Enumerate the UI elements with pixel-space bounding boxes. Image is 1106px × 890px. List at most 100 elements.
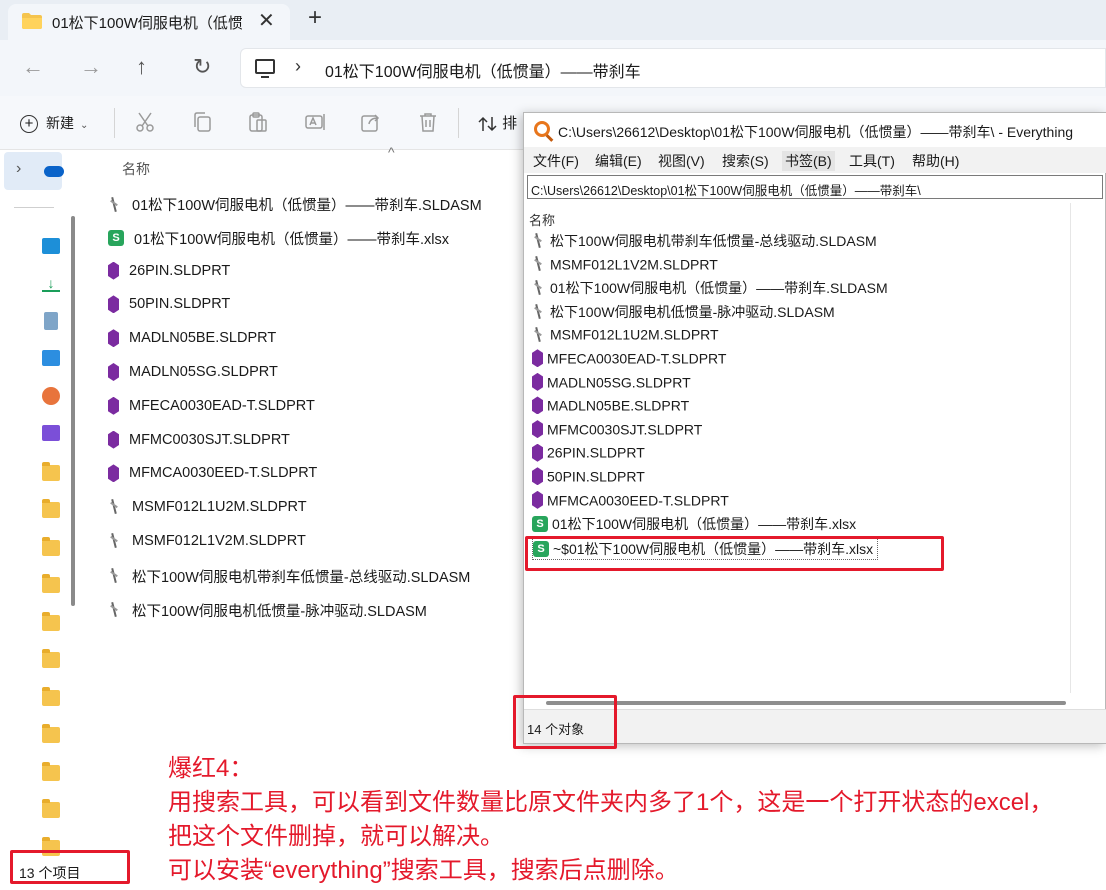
forward-arrow-icon[interactable]: → [80, 54, 102, 80]
solidworks-part-icon [532, 490, 543, 509]
chevron-right-icon[interactable]: › [16, 160, 21, 178]
file-row[interactable]: MFECA0030EAD-T.SLDPRT [532, 349, 726, 371]
document-icon[interactable] [44, 312, 58, 330]
solidworks-part-icon [108, 261, 119, 280]
sort-caret-icon: ^ [388, 144, 395, 160]
folder-icon[interactable] [42, 649, 60, 668]
paste-icon[interactable] [246, 110, 270, 134]
file-row[interactable]: S 01松下100W伺服电机（低惯量）——带刹车.xlsx [108, 228, 449, 252]
desktop-icon[interactable] [42, 238, 60, 254]
everything-column-header-name[interactable]: 名称 [529, 210, 555, 229]
refresh-icon[interactable]: ↻ [193, 54, 211, 80]
new-tab-icon[interactable]: + [308, 4, 322, 32]
highlight-object-count-box [513, 695, 617, 749]
menu-edit[interactable]: 编辑(E) [595, 151, 642, 171]
cut-icon[interactable] [133, 110, 157, 134]
menu-search[interactable]: 搜索(S) [722, 151, 769, 171]
up-arrow-icon[interactable]: ↑ [136, 54, 147, 80]
tab-current-folder[interactable]: 01松下100W伺服电机（低惯量） ✕ [8, 4, 290, 40]
file-row[interactable]: MFMCA0030EED-T.SLDPRT [532, 490, 729, 513]
rename-icon[interactable] [303, 110, 327, 134]
address-path[interactable]: 01松下100W伺服电机（低惯量）——带刹车 [325, 58, 641, 82]
download-icon[interactable]: ↓ [42, 276, 60, 292]
file-row[interactable]: 松下100W伺服电机低惯量-脉冲驱动.SLDASM [532, 302, 835, 324]
address-box[interactable]: › 01松下100W伺服电机（低惯量）——带刹车 [240, 48, 1106, 88]
everything-title: C:\Users\26612\Desktop\01松下100W伺服电机（低惯量）… [558, 124, 1074, 140]
file-row[interactable]: MADLN05BE.SLDPRT [532, 396, 689, 418]
folder-icon[interactable] [42, 687, 60, 706]
share-icon[interactable] [359, 110, 383, 134]
file-row[interactable]: MSMF012L1U2M.SLDPRT [532, 325, 719, 347]
menu-tools[interactable]: 工具(T) [849, 151, 895, 171]
music-icon[interactable] [42, 387, 60, 405]
file-row[interactable]: 松下100W伺服电机低惯量-脉冲驱动.SLDASM [108, 600, 427, 624]
file-row[interactable]: MADLN05BE.SLDPRT [108, 329, 276, 353]
copy-icon[interactable] [190, 110, 214, 134]
new-button[interactable]: + 新建 ⌄ [20, 113, 88, 133]
solidworks-assembly-icon [532, 279, 546, 297]
folder-icon[interactable] [42, 574, 60, 593]
file-row[interactable]: MADLN05SG.SLDPRT [108, 363, 278, 387]
everything-window: C:\Users\26612\Desktop\01松下100W伺服电机（低惯量）… [523, 112, 1106, 744]
file-row[interactable]: 26PIN.SLDPRT [108, 261, 230, 286]
file-row[interactable]: 松下100W伺服电机带刹车低惯量-总线驱动.SLDASM [108, 566, 470, 590]
solidworks-part-icon [532, 467, 543, 486]
solidworks-assembly-icon [532, 232, 546, 250]
folder-icon[interactable] [42, 537, 60, 556]
menu-help[interactable]: 帮助(H) [912, 151, 959, 171]
menu-view[interactable]: 视图(V) [658, 151, 705, 171]
file-row[interactable]: MFECA0030EAD-T.SLDPRT [108, 396, 315, 421]
solidworks-part-icon [108, 396, 119, 415]
column-header-name[interactable]: 名称 [122, 159, 150, 179]
file-row[interactable]: MSMF012L1V2M.SLDPRT [108, 532, 306, 556]
file-row[interactable]: MFMC0030SJT.SLDPRT [108, 430, 290, 455]
picture-icon[interactable] [42, 350, 60, 366]
file-row[interactable]: MADLN05SG.SLDPRT [532, 372, 691, 395]
chevron-right-icon[interactable]: › [295, 56, 301, 77]
solidworks-part-icon [108, 430, 119, 449]
cloud-icon [44, 166, 64, 177]
file-row[interactable]: MSMF012L1V2M.SLDPRT [532, 255, 718, 277]
tab-title: 01松下100W伺服电机（低惯量） [52, 15, 242, 32]
sort-button[interactable]: 排 [478, 112, 517, 133]
horizontal-scrollbar[interactable] [546, 701, 1066, 705]
everything-menu-bar: 文件(F) 编辑(E) 视图(V) 搜索(S) 书签(B) 工具(T) 帮助(H… [524, 147, 1106, 173]
nav-item-onedrive[interactable]: › [4, 152, 64, 190]
solidworks-assembly-icon [532, 303, 546, 321]
everything-title-bar[interactable]: C:\Users\26612\Desktop\01松下100W伺服电机（低惯量）… [524, 113, 1106, 147]
file-row[interactable]: 松下100W伺服电机带刹车低惯量-总线驱动.SLDASM [532, 231, 877, 253]
menu-file[interactable]: 文件(F) [533, 151, 579, 171]
everything-search-input[interactable]: C:\Users\26612\Desktop\01松下100W伺服电机（低惯量）… [527, 175, 1103, 199]
file-row[interactable]: 50PIN.SLDPRT [532, 467, 645, 489]
folder-icon[interactable] [42, 799, 60, 818]
menu-bookmarks[interactable]: 书签(B) [782, 151, 835, 171]
annotation-text: 爆红4： 用搜索工具，可以看到文件数量比原文件夹内多了1个，这是一个打开状态的e… [168, 752, 1053, 888]
folder-icon[interactable] [42, 612, 60, 631]
nav-scrollbar[interactable] [71, 216, 75, 606]
back-arrow-icon[interactable]: ← [22, 54, 44, 80]
highlight-item-count-box [10, 850, 130, 884]
file-row[interactable]: MFMCA0030EED-T.SLDPRT [108, 464, 317, 488]
file-row[interactable]: S 01松下100W伺服电机（低惯量）——带刹车.xlsx [532, 514, 856, 536]
column-divider [1070, 203, 1071, 693]
folder-icon[interactable] [42, 762, 60, 781]
delete-icon[interactable] [416, 110, 440, 134]
solidworks-part-icon [532, 372, 543, 391]
folder-icon[interactable] [42, 724, 60, 743]
folder-icon[interactable] [42, 499, 60, 518]
solidworks-part-icon [532, 420, 543, 439]
close-tab-icon[interactable]: ✕ [258, 8, 275, 33]
file-row[interactable]: 50PIN.SLDPRT [108, 295, 230, 319]
excel-file-icon: S [532, 516, 548, 533]
file-name: 松下100W伺服电机低惯量-脉冲驱动.SLDASM [132, 603, 427, 620]
video-icon[interactable] [42, 425, 60, 441]
file-row[interactable]: MSMF012L1U2M.SLDPRT [108, 498, 307, 522]
file-row[interactable]: 01松下100W伺服电机（低惯量）——带刹车.SLDASM [108, 194, 482, 218]
file-row[interactable]: MFMC0030SJT.SLDPRT [532, 420, 702, 442]
file-row[interactable]: 26PIN.SLDPRT [532, 443, 645, 465]
file-row[interactable]: 01松下100W伺服电机（低惯量）——带刹车.SLDASM [532, 278, 888, 300]
search-input-value[interactable]: C:\Users\26612\Desktop\01松下100W伺服电机（低惯量）… [531, 180, 921, 199]
folder-icon[interactable] [42, 462, 60, 481]
annotation-line: 把这个文件删掉，就可以解决。 [168, 823, 504, 850]
file-name: MADLN05SG.SLDPRT [547, 373, 691, 390]
